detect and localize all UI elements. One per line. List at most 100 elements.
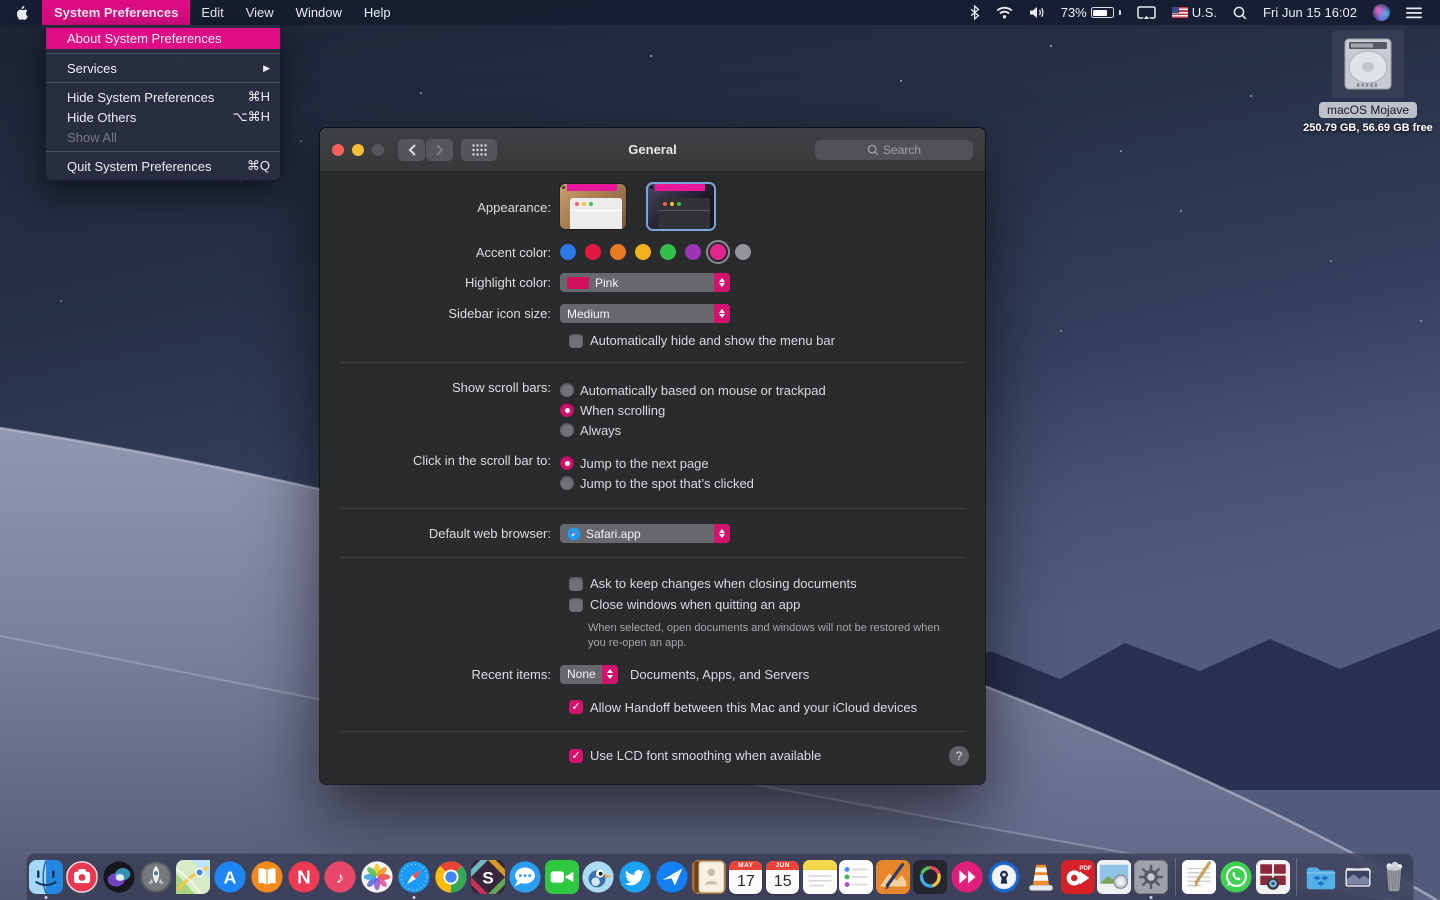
accent-color-orange[interactable]: [610, 244, 626, 260]
dock-screen-capture-icon[interactable]: [64, 855, 101, 899]
accent-color-blue[interactable]: [560, 244, 576, 260]
default-browser-select[interactable]: Safari.app: [560, 524, 730, 543]
dock-pixelmator-icon[interactable]: [875, 855, 912, 899]
search-input[interactable]: Search: [815, 140, 973, 160]
dock-trash-icon[interactable]: [1376, 855, 1413, 899]
radio-option[interactable]: When scrolling: [560, 400, 826, 420]
checkbox-ask-keep-changes[interactable]: Ask to keep changes when closing documen…: [569, 575, 985, 592]
show-all-grid-button[interactable]: [461, 139, 497, 161]
radio-option[interactable]: Automatically based on mouse or trackpad: [560, 380, 826, 400]
checkbox-icon[interactable]: ✓: [569, 749, 583, 763]
accent-color-graphite[interactable]: [735, 244, 751, 260]
menu-item-quit-system-preferences[interactable]: Quit System Preferences⌘Q: [46, 156, 280, 176]
back-button[interactable]: [398, 139, 425, 161]
dock-launchpad-icon[interactable]: [138, 855, 175, 899]
window-titlebar[interactable]: General Search: [320, 128, 985, 172]
dock-photos-icon[interactable]: [359, 855, 396, 899]
dock-vlc-icon[interactable]: [1022, 855, 1059, 899]
dock-itunes-icon[interactable]: ♪: [322, 855, 359, 899]
dock-textedit-icon[interactable]: [1181, 855, 1218, 899]
dock-dropbox-folder-icon[interactable]: [1302, 855, 1339, 899]
input-source-flag[interactable]: U.S.: [1164, 0, 1225, 25]
menu-system-preferences[interactable]: System Preferences: [42, 0, 190, 25]
menu-item-hide-system-preferences[interactable]: Hide System Preferences⌘H: [46, 87, 280, 107]
menu-view[interactable]: View: [235, 0, 285, 25]
dock-safari-icon[interactable]: [396, 855, 433, 899]
dock-screenshots-stack-icon[interactable]: [1339, 855, 1376, 899]
dock-pink-arrows-icon[interactable]: [949, 855, 986, 899]
dock-app-store-icon[interactable]: A: [211, 855, 248, 899]
menu-item-hide-others[interactable]: Hide Others⌥⌘H: [46, 107, 280, 127]
dock-news-icon[interactable]: N: [285, 855, 322, 899]
radio-option[interactable]: Always: [560, 420, 826, 440]
dock-pixelmator-pro-icon[interactable]: [912, 855, 949, 899]
checkbox-icon[interactable]: [569, 334, 583, 348]
dock-reminders-icon[interactable]: [838, 855, 875, 899]
bluetooth-icon[interactable]: [962, 0, 988, 25]
minimize-button[interactable]: [352, 144, 364, 156]
accent-color-green[interactable]: [660, 244, 676, 260]
dock-slack-icon[interactable]: S: [469, 855, 506, 899]
dock-whatsapp-icon[interactable]: [1218, 855, 1255, 899]
dock-spark-icon[interactable]: [654, 855, 691, 899]
menubar-clock[interactable]: Fri Jun 15 16:02: [1255, 0, 1365, 25]
menu-window[interactable]: Window: [285, 0, 353, 25]
checkbox-lcd-smoothing[interactable]: ✓Use LCD font smoothing when available: [569, 747, 821, 764]
dock-finder-icon[interactable]: [27, 855, 64, 899]
sidebar-size-select[interactable]: Medium: [560, 304, 730, 323]
appearance-light-option[interactable]: [560, 184, 626, 229]
spotlight-icon[interactable]: [1225, 0, 1255, 25]
notification-center-icon[interactable]: [1398, 0, 1430, 25]
highlight-color-select[interactable]: Pink: [560, 273, 730, 292]
checkbox-icon[interactable]: [569, 598, 583, 612]
wifi-icon[interactable]: [988, 0, 1021, 25]
siri-icon[interactable]: [1365, 0, 1398, 25]
accent-color-purple[interactable]: [685, 244, 701, 260]
menu-item-about-system-preferences[interactable]: About System Preferences: [46, 28, 280, 49]
airplay-display-icon[interactable]: [1129, 0, 1164, 25]
close-button[interactable]: [332, 144, 344, 156]
dock-photo-booth-icon[interactable]: [1254, 855, 1291, 899]
dock-system-preferences-icon[interactable]: [1133, 855, 1170, 899]
dock-maps-icon[interactable]: [175, 855, 212, 899]
dock-books-icon[interactable]: [248, 855, 285, 899]
dock-messages-icon[interactable]: [506, 855, 543, 899]
accent-color-pink[interactable]: [710, 244, 726, 260]
radio-button-icon[interactable]: [560, 403, 574, 417]
menu-item-services[interactable]: Services▶: [46, 58, 280, 78]
dock-photo-viewer-icon[interactable]: [1096, 855, 1133, 899]
battery-indicator[interactable]: 73%: [1053, 0, 1129, 25]
dock-pdf-expert-icon[interactable]: PDF: [1059, 855, 1096, 899]
checkbox-autohide-menubar[interactable]: Automatically hide and show the menu bar: [569, 332, 985, 349]
dock-contacts-icon[interactable]: [691, 855, 728, 899]
volume-icon[interactable]: [1021, 0, 1053, 25]
radio-button-icon[interactable]: [560, 476, 574, 490]
dock-calendar-icon[interactable]: MAY17: [727, 855, 764, 899]
dock-twitterrific-icon[interactable]: [580, 855, 617, 899]
dock-notes-icon[interactable]: [801, 855, 838, 899]
radio-button-icon[interactable]: [560, 423, 574, 437]
checkbox-allow-handoff[interactable]: ✓Allow Handoff between this Mac and your…: [569, 699, 985, 716]
menu-edit[interactable]: Edit: [190, 0, 234, 25]
radio-button-icon[interactable]: [560, 456, 574, 470]
dock-onepassword-icon[interactable]: [985, 855, 1022, 899]
disk-label[interactable]: macOS Mojave: [1319, 102, 1417, 118]
dock-twitter-icon[interactable]: [617, 855, 654, 899]
checkbox-icon[interactable]: ✓: [569, 700, 583, 714]
apple-menu[interactable]: [0, 0, 42, 25]
desktop-disk-icon[interactable]: macOS Mojave 250.79 GB, 56.69 GB free: [1302, 30, 1434, 134]
radio-option[interactable]: Jump to the next page: [560, 453, 754, 473]
dock-siri-icon[interactable]: [101, 855, 138, 899]
checkbox-icon[interactable]: [569, 577, 583, 591]
menu-help[interactable]: Help: [353, 0, 402, 25]
radio-button-icon[interactable]: [560, 383, 574, 397]
recent-items-select[interactable]: None: [560, 665, 618, 684]
radio-option[interactable]: Jump to the spot that’s clicked: [560, 473, 754, 493]
dock-fantastical-icon[interactable]: JUN15: [764, 855, 801, 899]
dock-chrome-icon[interactable]: [433, 855, 470, 899]
accent-color-yellow[interactable]: [635, 244, 651, 260]
dock-facetime-icon[interactable]: [543, 855, 580, 899]
appearance-dark-option-selected[interactable]: [648, 184, 714, 229]
accent-color-red[interactable]: [585, 244, 601, 260]
checkbox-close-windows[interactable]: Close windows when quitting an app: [569, 596, 985, 613]
